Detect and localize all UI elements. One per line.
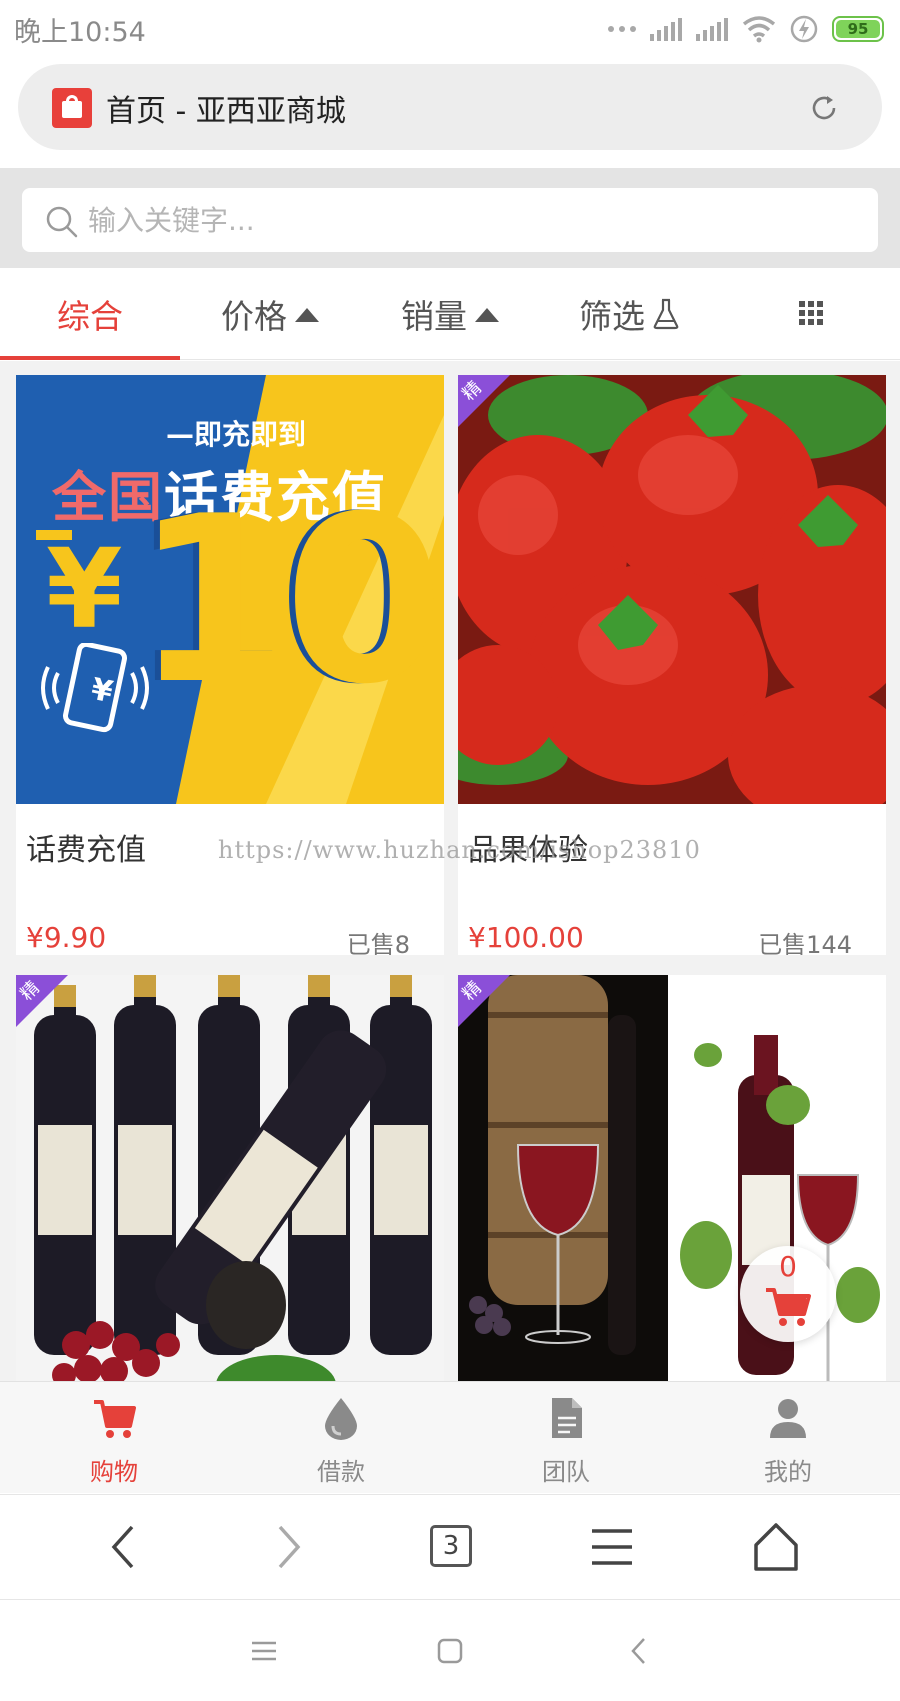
recent-apps-icon[interactable]	[246, 1633, 282, 1669]
sort-bar: 综合 价格 销量 筛选	[0, 268, 900, 360]
nav-label: 我的	[764, 1458, 812, 1486]
tab-label: 销量	[401, 297, 467, 336]
signal-icon-2	[696, 17, 728, 41]
product-image: —即充即到 全国话费充值 ¥ 10 ¥	[16, 375, 444, 804]
tab-price[interactable]: 价格	[180, 268, 360, 360]
search-box[interactable]	[22, 188, 878, 252]
tab-comprehensive[interactable]: 综合	[0, 268, 180, 360]
product-image: 精	[16, 975, 444, 1381]
system-nav-bar	[0, 1601, 900, 1701]
cart-icon	[766, 1288, 811, 1326]
back-button-icon[interactable]	[622, 1633, 658, 1669]
charging-icon	[790, 15, 818, 43]
product-card[interactable]: —即充即到 全国话费充值 ¥ 10 ¥ 话费充值 ¥9.90 已售8	[16, 375, 444, 955]
search-icon	[46, 206, 78, 238]
product-sold-count: 已售8	[346, 931, 410, 955]
tab-label: 价格	[221, 297, 287, 336]
nav-item-me[interactable]: 我的	[708, 1382, 868, 1494]
signal-icon	[650, 17, 682, 41]
status-bar: 晚上10:54 95	[0, 0, 900, 58]
nav-label: 借款	[317, 1458, 365, 1486]
banner-amount: 10	[134, 468, 444, 735]
browser-url-bar[interactable]: 首页 - 亚西亚商城	[18, 64, 882, 150]
tab-label: 综合	[57, 297, 123, 336]
product-price: ¥9.90	[26, 921, 107, 954]
tabs-button[interactable]: 3	[430, 1525, 472, 1567]
phone-icon: ¥	[41, 643, 149, 733]
cart-icon	[94, 1400, 136, 1438]
nav-item-loan[interactable]: 借款	[261, 1382, 421, 1494]
wifi-icon	[742, 16, 776, 43]
banner-currency: ¥	[46, 525, 123, 653]
banner-tagline: —即充即到	[166, 418, 307, 451]
battery-level: 95	[847, 20, 869, 38]
search-input[interactable]	[88, 188, 848, 252]
nav-item-team[interactable]: 团队	[486, 1382, 646, 1494]
more-dots-icon	[608, 26, 636, 32]
nav-label: 团队	[542, 1458, 590, 1486]
grid-view-icon[interactable]	[799, 301, 823, 325]
cart-count: 0	[779, 1250, 797, 1283]
product-image: 精	[458, 375, 886, 804]
status-icons: 95	[608, 12, 884, 46]
status-time: 晚上10:54	[14, 17, 146, 48]
menu-icon[interactable]	[582, 1517, 642, 1577]
user-icon	[770, 1399, 806, 1438]
battery-icon: 95	[832, 16, 884, 42]
nav-item-shopping[interactable]: 购物	[34, 1382, 194, 1494]
floating-cart-button[interactable]: 0	[740, 1246, 836, 1342]
product-name: 话费充值	[26, 833, 146, 868]
search-section	[0, 168, 900, 268]
home-button-icon[interactable]	[432, 1633, 468, 1669]
flask-icon	[653, 298, 679, 330]
drop-icon	[325, 1398, 357, 1440]
product-card[interactable]: 精	[16, 975, 444, 1381]
product-grid: —即充即到 全国话费充值 ¥ 10 ¥ 话费充值 ¥9.90 已售8 精 品果体…	[0, 361, 900, 1381]
tab-label: 筛选	[579, 297, 645, 336]
nav-label: 购物	[90, 1458, 138, 1486]
tab-filter[interactable]: 筛选	[540, 268, 720, 360]
product-price: ¥100.00	[468, 921, 584, 954]
forward-arrow-icon[interactable]	[258, 1517, 318, 1577]
triangle-up-icon	[475, 308, 499, 322]
home-icon[interactable]	[746, 1517, 806, 1577]
page-title: 首页 - 亚西亚商城	[106, 94, 346, 129]
product-sold-count: 已售144	[758, 931, 852, 955]
product-card[interactable]: 精 品果体验 ¥100.00 已售144	[458, 375, 886, 955]
triangle-up-icon	[295, 308, 319, 322]
document-icon	[552, 1398, 582, 1438]
back-arrow-icon[interactable]	[94, 1517, 154, 1577]
watermark-text: https://www.huzhan.com/ishop23810	[218, 836, 701, 864]
active-tab-underline	[0, 356, 180, 360]
browser-toolbar: 3	[0, 1494, 900, 1600]
site-favicon-icon	[52, 88, 92, 128]
reload-icon[interactable]	[808, 92, 840, 124]
tab-sales[interactable]: 销量	[360, 268, 540, 360]
app-bottom-nav: 购物 借款 团队 我的	[0, 1381, 900, 1493]
